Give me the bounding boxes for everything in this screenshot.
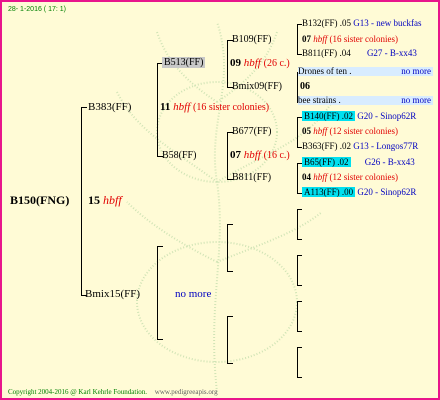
connector bbox=[297, 301, 298, 331]
connector bbox=[297, 209, 302, 210]
connector bbox=[297, 163, 298, 193]
l2-a-num: 09 bbox=[230, 57, 241, 69]
l2-b-hbff: hbff bbox=[243, 149, 261, 161]
l1-top-note: (16 sister colonies) bbox=[193, 102, 270, 113]
root-name[interactable]: B150(FNG) bbox=[10, 193, 69, 207]
root-hbff: hbff bbox=[103, 193, 122, 207]
connector bbox=[297, 331, 302, 332]
l3-b1-name[interactable]: B677(FF) bbox=[232, 127, 271, 137]
l4-r5[interactable]: bee strains . no more bbox=[298, 96, 433, 105]
pedigree-frame: 28- 1-2016 ( 17: 1) B150(FNG) 15 hbff B3… bbox=[0, 0, 440, 400]
connector bbox=[297, 347, 298, 377]
l4-r9[interactable]: B65(FF) .02 G26 - B-xx43 bbox=[302, 157, 415, 167]
print-date: 28- 1-2016 ( 17: 1) bbox=[8, 6, 66, 13]
connector bbox=[81, 107, 87, 108]
l4-r3[interactable]: B811(FF) .04 G27 - B-xx43 bbox=[302, 49, 417, 58]
l1-top-name[interactable]: B383(FF) bbox=[88, 102, 131, 113]
l2-b-info: 07 hbff (16 c.) bbox=[230, 150, 290, 161]
l3-a2-name[interactable]: Bmix09(FF) bbox=[232, 82, 282, 92]
connector bbox=[157, 246, 158, 339]
site-link[interactable]: www.pedigreeapis.org bbox=[155, 388, 218, 396]
copyright: Copyright 2004-2016 @ Karl Kehrle Founda… bbox=[8, 388, 218, 396]
connector bbox=[297, 117, 298, 147]
connector bbox=[297, 239, 302, 240]
l4-r2: 07 hbff (16 sister colonies) bbox=[302, 34, 398, 44]
connector bbox=[157, 63, 158, 156]
l1-bottom-more: no more bbox=[175, 288, 212, 300]
connector bbox=[297, 347, 302, 348]
connector bbox=[227, 271, 233, 272]
connector bbox=[227, 224, 228, 271]
root-queen[interactable]: B150(FNG) bbox=[10, 194, 69, 206]
l3-a1-name[interactable]: B109(FF) bbox=[232, 35, 271, 45]
l1-top-num: 11 bbox=[160, 101, 171, 113]
l2-b-note: (16 c.) bbox=[263, 150, 290, 161]
connector bbox=[227, 316, 228, 363]
l1-top-info: 11 hbff (16 sister colonies) bbox=[160, 102, 269, 113]
l4-r7: 05 hbff (12 sister colonies) bbox=[302, 126, 398, 136]
connector bbox=[227, 316, 233, 317]
connector bbox=[227, 40, 228, 87]
connector bbox=[227, 363, 233, 364]
connector bbox=[297, 255, 302, 256]
l4-r6[interactable]: B140(FF) .02 G20 - Sinop62R bbox=[302, 111, 416, 121]
l4-r10: 04 hbff (12 sister colonies) bbox=[302, 172, 398, 182]
root-num: 15 bbox=[88, 193, 100, 207]
l3-b2-name[interactable]: B811(FF) bbox=[232, 173, 271, 183]
l1-top-hbff: hbff bbox=[173, 101, 191, 113]
connector bbox=[227, 132, 228, 179]
l2-b-num: 07 bbox=[230, 149, 241, 161]
l2-a-info: 09 hbff (26 c.) bbox=[230, 58, 290, 69]
connector bbox=[157, 339, 163, 340]
l1-bottom-name[interactable]: Bmix15(FF) bbox=[85, 289, 140, 300]
l2-a-name[interactable]: B513(FF) bbox=[162, 57, 206, 68]
connector bbox=[227, 224, 233, 225]
connector bbox=[297, 209, 298, 239]
l4-r11[interactable]: A113(FF) .00 G20 - Sinop62R bbox=[302, 187, 416, 197]
connector bbox=[297, 24, 298, 54]
watermark-tree bbox=[116, 21, 333, 392]
l2-a-hbff: hbff bbox=[243, 57, 261, 69]
connector bbox=[297, 255, 298, 285]
l4-r8[interactable]: B363(FF) .02 G13 - Longos77R bbox=[302, 142, 418, 151]
connector bbox=[297, 377, 302, 378]
l4-r4[interactable]: Drones of ten . no more bbox=[298, 67, 433, 76]
l2-a-note: (26 c.) bbox=[263, 58, 290, 69]
connector bbox=[157, 246, 163, 247]
connector bbox=[297, 301, 302, 302]
l4-r1[interactable]: B132(FF) .05 G13 - new buckfas bbox=[302, 19, 422, 28]
l2-b-name[interactable]: B58(FF) bbox=[162, 151, 196, 161]
l3-a2-num: 06 bbox=[300, 81, 310, 92]
connector bbox=[297, 285, 302, 286]
root-info: 15 hbff bbox=[88, 194, 122, 206]
connector bbox=[81, 107, 82, 295]
